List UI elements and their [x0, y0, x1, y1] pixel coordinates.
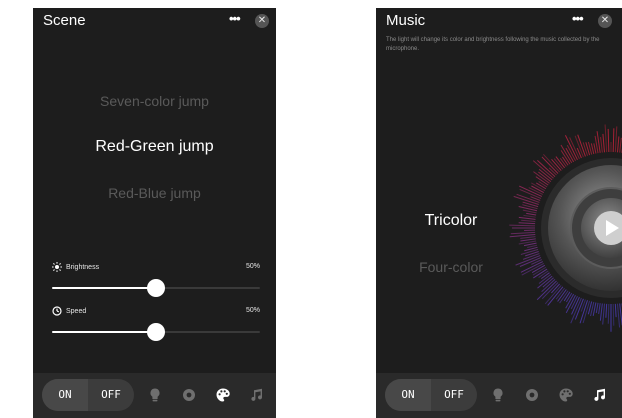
- spectrum-bar: [614, 303, 617, 318]
- power-toggle: ON OFF: [42, 379, 134, 411]
- brightness-value: 50%: [245, 263, 260, 270]
- palette-icon[interactable]: [215, 387, 231, 403]
- brightness-label-row: Brightness: [52, 262, 99, 272]
- spectrum-bar: [518, 216, 536, 220]
- spectrum-bar: [531, 259, 543, 265]
- scene-mode-red-blue[interactable]: Red-Blue jump: [33, 185, 276, 201]
- scene-mode-red-green[interactable]: Red-Green jump: [33, 138, 276, 156]
- spectrum-bar: [527, 244, 538, 248]
- spectrum-bar: [612, 303, 615, 326]
- spectrum-bar: [538, 181, 548, 188]
- speed-value: 50%: [245, 307, 260, 314]
- spectrum-bar: [617, 303, 621, 328]
- spectrum-bar: [607, 128, 610, 153]
- speed-label-row: Speed: [52, 306, 86, 316]
- spectrum-bar: [593, 143, 597, 154]
- spectrum-bar: [520, 236, 536, 239]
- music-screen: Music ••• ✕ The light will change its co…: [376, 8, 622, 418]
- more-options-icon[interactable]: •••: [572, 11, 584, 26]
- bottom-bar: ON OFF: [376, 373, 622, 418]
- spectrum-bar: [612, 128, 615, 153]
- spectrum-bar: [565, 292, 573, 303]
- bulb-icon[interactable]: [490, 387, 506, 403]
- spectrum-bar: [602, 133, 605, 153]
- music-description: The light will change its color and brig…: [386, 37, 600, 52]
- spectrum-bar: [559, 157, 567, 167]
- spectrum-bar: [561, 156, 569, 166]
- spectrum-bar: [614, 126, 618, 153]
- timer-icon: [52, 306, 62, 316]
- spectrum-bar: [605, 303, 608, 318]
- on-button[interactable]: ON: [385, 379, 431, 411]
- palette-icon[interactable]: [558, 387, 574, 403]
- bulb-icon[interactable]: [147, 387, 163, 403]
- speed-label: Speed: [66, 307, 87, 315]
- spectrum-bar: [533, 171, 550, 184]
- spectrum-bar: [569, 137, 580, 160]
- off-button[interactable]: OFF: [431, 379, 477, 411]
- spectrum-bar: [518, 185, 543, 197]
- spectrum-bar: [547, 286, 564, 306]
- spectrum-bar: [590, 143, 595, 155]
- off-button[interactable]: OFF: [88, 379, 134, 411]
- speed-slider-fill: [52, 331, 156, 333]
- spectrum-bar: [607, 303, 610, 324]
- spectrum-bar: [509, 234, 536, 238]
- close-icon[interactable]: ✕: [255, 14, 269, 28]
- spectrum-bar: [515, 255, 541, 266]
- brightness-slider-fill: [52, 287, 156, 289]
- spectrum-bar: [522, 201, 539, 208]
- dial-icon[interactable]: [524, 387, 540, 403]
- speed-slider[interactable]: [52, 323, 260, 341]
- spectrum-bar: [617, 136, 620, 153]
- more-options-icon[interactable]: •••: [229, 11, 241, 26]
- spectrum-bar: [542, 153, 560, 173]
- spectrum-bar: [510, 231, 536, 235]
- spectrum-bar: [520, 248, 539, 255]
- spectrum-bar: [526, 212, 537, 216]
- music-note-icon[interactable]: [592, 387, 608, 403]
- spectrum-bar: [518, 206, 538, 212]
- spectrum-bar: [599, 303, 603, 321]
- scene-screen: Scene ••• ✕ Seven-color jump Red-Green j…: [33, 8, 276, 418]
- spectrum-bar: [540, 272, 550, 280]
- spectrum-bar: [541, 279, 556, 293]
- spectrum-bar: [600, 136, 603, 153]
- spectrum-bar: [521, 219, 536, 222]
- brightness-slider-thumb[interactable]: [147, 279, 165, 297]
- close-icon[interactable]: ✕: [598, 14, 612, 28]
- speed-slider-thumb[interactable]: [147, 323, 165, 341]
- music-title: Music: [386, 12, 426, 29]
- spectrum-bar: [598, 303, 601, 314]
- spectrum-bar: [619, 137, 622, 153]
- music-note-icon[interactable]: [249, 387, 265, 403]
- spectrum-bar: [560, 144, 573, 164]
- spectrum-bar: [523, 214, 536, 218]
- spectrum-bar: [541, 156, 559, 174]
- brightness-label: Brightness: [66, 263, 100, 271]
- on-button[interactable]: ON: [42, 379, 88, 411]
- spectrum-bar: [520, 238, 536, 242]
- dial-icon[interactable]: [181, 387, 197, 403]
- spectrum-bar: [535, 182, 547, 190]
- spectrum-bar: [544, 285, 562, 305]
- scene-mode-seven-color[interactable]: Seven-color jump: [33, 93, 276, 109]
- spectrum-bar: [595, 302, 599, 314]
- spectrum-bar: [509, 224, 536, 227]
- sun-icon: [52, 262, 62, 272]
- spectrum-bar: [604, 124, 608, 153]
- bottom-bar: ON OFF: [33, 373, 276, 418]
- spectrum-bar: [537, 160, 556, 177]
- brightness-slider[interactable]: [52, 279, 260, 297]
- spectrum-bar: [602, 303, 605, 325]
- music-visualizer: [509, 124, 622, 332]
- spectrum-bar: [537, 275, 553, 289]
- spectrum-bar: [518, 222, 536, 225]
- power-toggle: ON OFF: [385, 379, 477, 411]
- spectrum-bar: [563, 291, 571, 302]
- scene-title: Scene: [43, 12, 86, 29]
